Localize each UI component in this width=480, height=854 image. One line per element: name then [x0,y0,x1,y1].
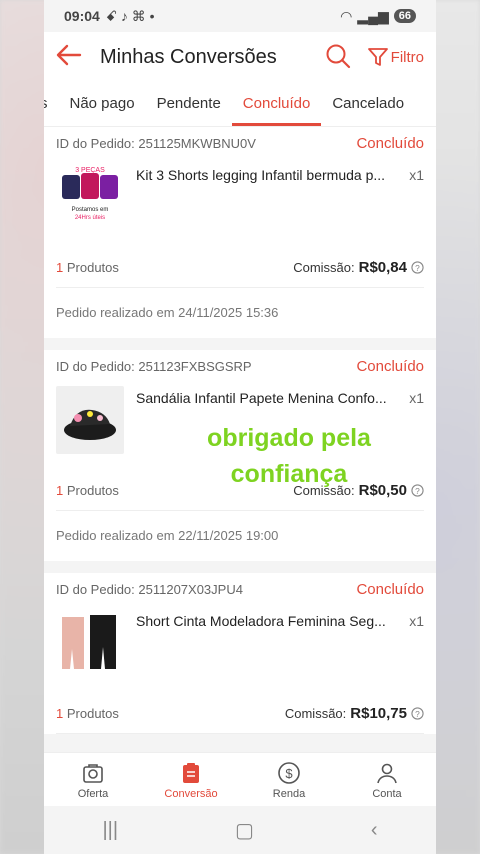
tab-todos[interactable]: s [44,82,59,126]
svg-text:Postamos em: Postamos em [72,207,109,213]
search-icon[interactable] [325,43,353,71]
order-card[interactable]: ID do Pedido: 2511207X03JPU4 Concluído S… [44,573,436,734]
product-count-number: 1 [56,705,64,721]
bottom-nav: Oferta Conversão $ Renda Conta [44,752,436,807]
svg-text:?: ? [415,262,420,272]
product-count-number: 1 [56,259,64,275]
order-date: Pedido realizado em 24/11/2025 15:36 [56,305,279,320]
dollar-circle-icon: $ [278,761,300,784]
wifi-icon: ◠ [340,7,353,24]
info-icon[interactable]: ? [411,706,424,720]
battery-icon: 66 [393,9,416,23]
product-quantity: x1 [409,613,424,629]
funnel-icon [367,48,388,66]
product-count-label: Produtos [66,259,119,275]
nav-label: Conversão [164,787,218,800]
overlay-caption: obrigado pela confiança [164,420,414,492]
info-icon[interactable]: ? [411,260,424,274]
svg-text:24Hrs úteis: 24Hrs úteis [75,215,105,221]
order-status: Concluído [356,134,424,152]
nav-label: Renda [272,787,306,800]
product-count-label: Produtos [66,482,119,498]
order-date: Pedido realizado em 22/11/2025 19:00 [56,528,279,543]
commission-value: R$0,84 [358,258,407,276]
commission-label: Comissão: [293,259,355,275]
commission-value: R$10,75 [350,704,407,722]
product-name: Kit 3 Shorts legging Infantil bermuda p.… [136,167,386,183]
clipboard-icon [183,762,199,783]
product-quantity: x1 [409,167,424,183]
camera-bag-icon [83,763,103,783]
signal-icon: ▂▄▆ [357,7,389,24]
product-count-label: Produtos [66,705,119,721]
product-thumbnail [56,609,124,677]
product-count: 1 Produtos [56,706,119,721]
product-count: 1 Produtos [56,260,119,275]
phone-screen: 09:04 ꗃ ♪ ⌘ • ◠ ▂▄▆ 66 Minhas Conversões… [44,0,436,854]
nav-conta[interactable]: Conta [338,753,436,807]
back-icon[interactable]: ‹ [371,819,378,842]
person-icon [377,763,397,783]
product-thumbnail: 3 PEÇAS Postamos em 24Hrs úteis [56,163,124,231]
tab-concluido[interactable]: Concluído [231,82,322,126]
status-time: 09:04 [64,8,100,24]
tab-pendente[interactable]: Pendente [146,82,232,126]
svg-text:$: $ [285,766,293,781]
product-thumbnail [56,386,124,454]
home-icon[interactable]: ▢ [235,818,254,843]
page-title: Minhas Conversões [100,45,277,68]
order-id: ID do Pedido: 2511207X03JPU4 [56,581,243,597]
app-header: Minhas Conversões Filtro [44,32,436,82]
filter-label: Filtro [390,48,424,66]
back-arrow-icon[interactable] [56,41,92,73]
svg-text:?: ? [415,708,420,718]
product-count-number: 1 [56,482,64,498]
commission: Comissão: R$10,75 ? [285,705,424,722]
nav-oferta[interactable]: Oferta [44,753,142,807]
nav-conversao[interactable]: Conversão [142,753,240,807]
status-tabs: s Não pago Pendente Concluído Cancelado [44,82,436,127]
notification-icons: ꗃ ♪ ⌘ • [105,7,155,24]
overlay-line-1: obrigado pela [207,424,371,452]
order-status: Concluído [356,357,424,375]
nav-label: Conta [372,787,402,800]
tab-cancelado[interactable]: Cancelado [321,82,415,126]
svg-text:3 PEÇAS: 3 PEÇAS [75,167,105,174]
svg-text:?: ? [415,485,420,495]
filter-button[interactable]: Filtro [367,46,424,68]
nav-label: Oferta [77,787,109,800]
nav-renda[interactable]: $ Renda [240,753,338,807]
commission-label: Comissão: [284,705,347,721]
product-count: 1 Produtos [56,483,119,498]
status-bar: 09:04 ꗃ ♪ ⌘ • ◠ ▂▄▆ 66 [44,0,436,32]
system-nav-bar: ||| ▢ ‹ [44,806,436,854]
order-id: ID do Pedido: 251125MKWBNU0V [56,135,256,151]
order-status: Concluído [356,580,424,598]
product-name: Short Cinta Modeladora Feminina Seg... [136,613,386,629]
recent-apps-icon[interactable]: ||| [102,819,118,842]
commission: Comissão: R$0,84 ? [293,259,424,276]
order-id: ID do Pedido: 251123FXBSGSRP [56,358,252,374]
order-card[interactable]: ID do Pedido: 251125MKWBNU0V Concluído 3… [44,127,436,338]
overlay-line-2: confiança [230,460,348,488]
tab-nao-pago[interactable]: Não pago [59,82,146,126]
